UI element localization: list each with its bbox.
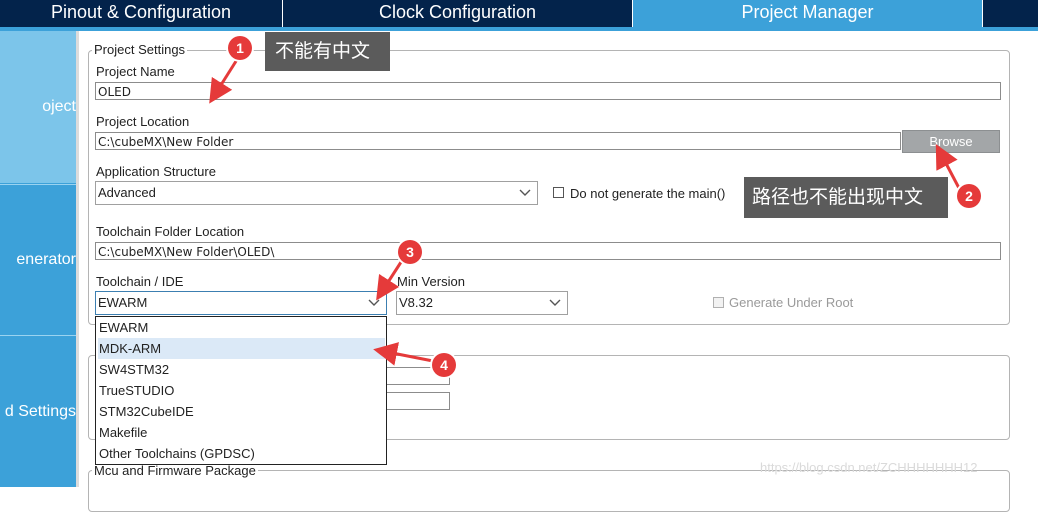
panel-divider (76, 31, 79, 487)
chevron-down-icon (368, 299, 380, 306)
mcu-firmware-legend: Mcu and Firmware Package (92, 463, 258, 478)
application-structure-value: Advanced (98, 185, 156, 200)
sidenav-item-advanced-settings[interactable]: d Settings (0, 336, 76, 487)
toolchain-option-ewarm[interactable]: EWARM (98, 317, 385, 338)
side-navigation: oject enerator d Settings (0, 31, 76, 487)
toolchain-ide-label: Toolchain / IDE (96, 274, 184, 289)
annotation-badge-2: 2 (957, 184, 981, 208)
chevron-down-icon (519, 189, 531, 196)
tab-label: Clock Configuration (378, 2, 537, 22)
project-location-input[interactable]: C:\cubeMX\New Folder (95, 132, 901, 150)
annotation-badge-1: 1 (228, 36, 252, 60)
tab-label: Project Manager (741, 2, 874, 22)
no-main-checkbox[interactable] (553, 187, 564, 198)
tab-clock-configuration[interactable]: Clock Configuration (283, 0, 632, 27)
stack-size-input[interactable] (385, 392, 450, 410)
sidenav-label: oject (42, 98, 76, 115)
sidenav-label: d Settings (4, 402, 76, 420)
browse-button[interactable]: Browse (902, 130, 1000, 153)
application-structure-select[interactable]: Advanced (95, 181, 538, 205)
toolchain-option-other-gpdsc[interactable]: Other Toolchains (GPDSC) (98, 443, 385, 464)
tab-separator (982, 0, 983, 27)
toolchain-option-mdk-arm[interactable]: MDK-ARM (98, 338, 385, 359)
toolchain-option-sw4stm32[interactable]: SW4STM32 (98, 359, 385, 380)
tab-pinout-configuration[interactable]: Pinout & Configuration (0, 0, 282, 27)
project-location-label: Project Location (96, 114, 190, 129)
application-structure-label: Application Structure (96, 164, 216, 179)
annotation-callout-2: 路径也不能出现中文 (744, 177, 948, 218)
tab-label: Pinout & Configuration (50, 2, 232, 22)
min-version-value: V8.32 (399, 295, 433, 310)
sidenav-item-project[interactable]: oject (0, 31, 76, 183)
toolchain-option-makefile[interactable]: Makefile (98, 422, 385, 443)
annotation-badge-3: 3 (398, 240, 422, 264)
tab-underline (0, 27, 1038, 31)
min-version-select[interactable]: V8.32 (396, 291, 568, 315)
tab-project-manager[interactable]: Project Manager (633, 0, 982, 27)
annotation-badge-4: 4 (432, 353, 456, 377)
toolchain-folder-label: Toolchain Folder Location (96, 224, 245, 239)
sidenav-item-code-generator[interactable]: enerator (0, 184, 76, 336)
sidenav-label: enerator (16, 251, 76, 268)
toolchain-ide-select[interactable]: EWARM (95, 291, 387, 315)
toolchain-option-truestudio[interactable]: TrueSTUDIO (98, 380, 385, 401)
toolchain-option-stm32cubeide[interactable]: STM32CubeIDE (98, 401, 385, 422)
top-tab-bar: Pinout & Configuration Clock Configurati… (0, 0, 1038, 27)
toolchain-ide-value: EWARM (98, 295, 148, 310)
annotation-callout-1: 不能有中文 (265, 32, 390, 71)
no-main-label: Do not generate the main() (570, 186, 726, 201)
generate-under-root-label: Generate Under Root (729, 295, 854, 310)
project-name-label: Project Name (96, 64, 175, 79)
generate-under-root-checkbox[interactable] (713, 297, 724, 308)
toolchain-folder-input[interactable]: C:\cubeMX\New Folder\OLED\ (95, 242, 1001, 260)
project-name-input[interactable]: OLED (95, 82, 1001, 100)
chevron-down-icon (549, 299, 561, 306)
toolchain-dropdown-list: EWARM MDK-ARM SW4STM32 TrueSTUDIO STM32C… (95, 316, 387, 465)
min-version-label: Min Version (397, 274, 465, 289)
project-settings-legend: Project Settings (92, 42, 188, 57)
watermark: https://blog.csdn.net/ZCHHHHHHH12 (760, 460, 978, 475)
